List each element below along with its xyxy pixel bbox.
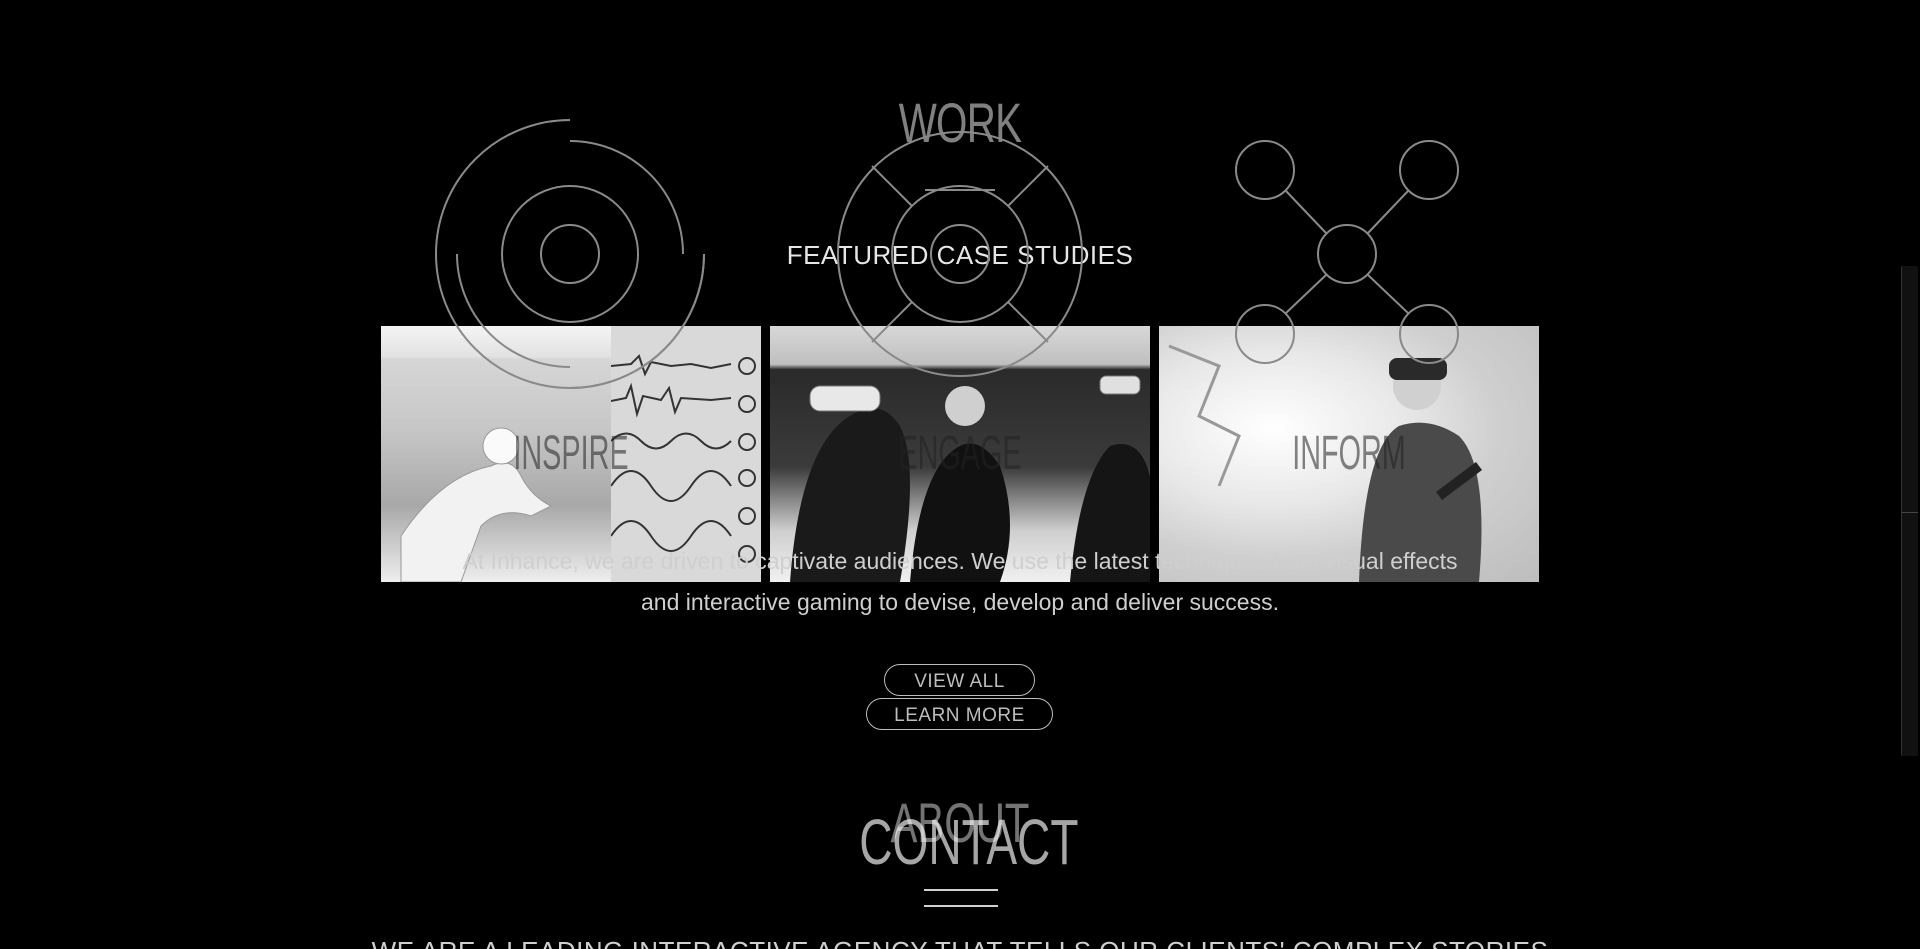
page: WORK FEATURED CASE STUDIES INSPIRE ENGAG… [0,0,1920,949]
card-label-inform: INFORM [1292,427,1406,480]
intro-description-line-1: At Inhance, we are driven to captivate a… [462,548,1458,574]
divider-line [924,889,998,891]
scrollbar-track[interactable] [1900,0,1920,949]
learn-more-button[interactable]: LEARN MORE [866,698,1053,730]
contact-title: CONTACT [859,806,1079,878]
divider-line [924,905,998,907]
scrollbar-thumb[interactable] [1901,266,1918,756]
featured-case-studies-title: FEATURED CASE STUDIES [786,240,1134,270]
card-label-engage: ENGAGE [898,427,1022,480]
intro-description: At Inhance, we are driven to captivate a… [430,541,1490,623]
card-label-inspire: INSPIRE [513,427,629,480]
work-title: WORK [898,91,1022,154]
view-all-button[interactable]: VIEW ALL [884,664,1035,696]
agency-tagline: WE ARE A LEADING INTERACTIVE AGENCY THAT… [360,936,1560,949]
scrollbar-marker [1902,512,1918,513]
intro-description-line-2: and interactive gaming to devise, develo… [641,589,1279,615]
